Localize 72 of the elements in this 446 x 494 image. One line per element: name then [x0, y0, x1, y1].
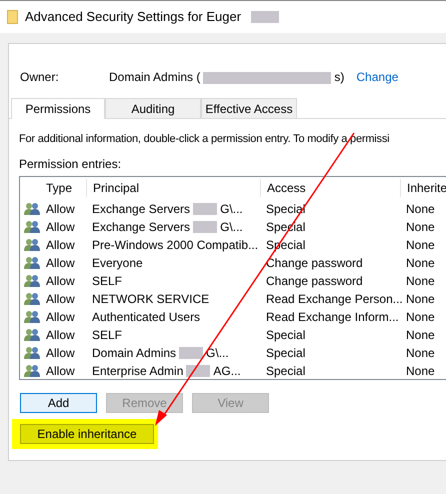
table-cell-text: Allow [45, 362, 76, 380]
table-cell-text: Change password [265, 254, 364, 272]
table-cell-text: Special [265, 326, 306, 344]
table-cell-text: Allow [45, 236, 76, 254]
table-cell-text: SELF [91, 272, 124, 290]
table-cell-text: None [405, 218, 436, 236]
enable-inheritance-button[interactable]: Enable inheritance [20, 424, 154, 444]
tab[interactable]: Effective Access [201, 98, 297, 118]
redacted-block [193, 221, 218, 234]
table-cell-text: None [405, 272, 436, 290]
table-cell-text: Special [265, 344, 306, 362]
table-cell-text: Authenticated Users [91, 308, 202, 326]
change-link[interactable]: Change [356, 68, 398, 86]
table-cell-text: Everyone [91, 254, 144, 272]
table-cell-text: Allow [45, 308, 76, 326]
owner-label: Owner: [20, 69, 60, 86]
table-cell-text: Special [265, 362, 306, 380]
info-text: For additional information, double-click a permission entry. To modify a permissi [18, 132, 390, 147]
users-icon [24, 274, 40, 288]
users-icon [24, 328, 40, 342]
table-row[interactable]: Allow Authenticated Users Read Exchange Inform... None [20, 308, 446, 326]
column-header[interactable]: Access [260, 179, 400, 197]
table-cell-text: None [405, 326, 436, 344]
table-cell-text: Pre-Windows 2000 Compatib... [91, 236, 260, 254]
table-cell-text: SELF [91, 326, 124, 344]
users-icon [24, 202, 40, 216]
users-icon [24, 292, 40, 306]
redacted-block [179, 347, 204, 360]
redacted-block [186, 365, 210, 378]
table-cell-text: Allow [45, 290, 76, 308]
redacted-block [193, 203, 218, 216]
table-cell-text: Change password [265, 272, 364, 290]
users-icon [24, 220, 40, 234]
table-cell-text: Exchange Servers G\... [91, 200, 244, 218]
table-row[interactable]: Allow NETWORK SERVICE Read Exchange Person... None [20, 290, 446, 308]
table-row[interactable]: Allow Everyone Change password None [20, 254, 446, 272]
table-cell-text: NETWORK SERVICE [91, 290, 210, 308]
users-icon [24, 256, 40, 270]
owner-value: Domain Admins ( s) [109, 69, 344, 86]
users-icon [24, 346, 40, 360]
table-row[interactable]: Allow SELF Change password None [20, 272, 446, 290]
table-cell-text: None [405, 254, 436, 272]
table-cell-text: Allow [45, 326, 76, 344]
table-cell-text: Read Exchange Inform... [265, 308, 400, 326]
users-icon [24, 364, 40, 378]
table-cell-text: None [405, 290, 436, 308]
tab[interactable]: Auditing [105, 98, 201, 118]
table-cell-text: None [405, 362, 436, 380]
users-icon [24, 310, 40, 324]
folder-icon [7, 10, 18, 24]
table-cell-text: Allow [45, 200, 76, 218]
redacted-block [251, 11, 280, 23]
table-cell-text: None [405, 200, 436, 218]
entries-label: Permission entries: [18, 156, 122, 172]
table-cell-text: Read Exchange Person... [265, 290, 400, 308]
table-cell-text: None [405, 344, 436, 362]
column-header[interactable]: Type [42, 179, 86, 197]
table-row[interactable]: Allow Enterprise Admin AG... Special None [20, 362, 446, 380]
table-cell-text: None [405, 308, 436, 326]
action-button[interactable]: Add [20, 392, 97, 412]
table-cell-text: Allow [45, 272, 76, 290]
column-header[interactable]: Principal [86, 179, 260, 197]
table-cell-text: None [405, 236, 436, 254]
table-cell-text: Enterprise Admin AG... [91, 362, 242, 380]
table-cell-text: Allow [45, 218, 76, 236]
tab[interactable]: Permissions [11, 98, 105, 119]
table-cell-text: Allow [45, 344, 76, 362]
window-title: Advanced Security Settings for Euger [25, 8, 242, 26]
table-row[interactable]: Allow SELF Special None [20, 326, 446, 344]
table-cell-text: Allow [45, 254, 76, 272]
table-cell-text: Exchange Servers G\... [91, 218, 244, 236]
users-icon [24, 238, 40, 252]
